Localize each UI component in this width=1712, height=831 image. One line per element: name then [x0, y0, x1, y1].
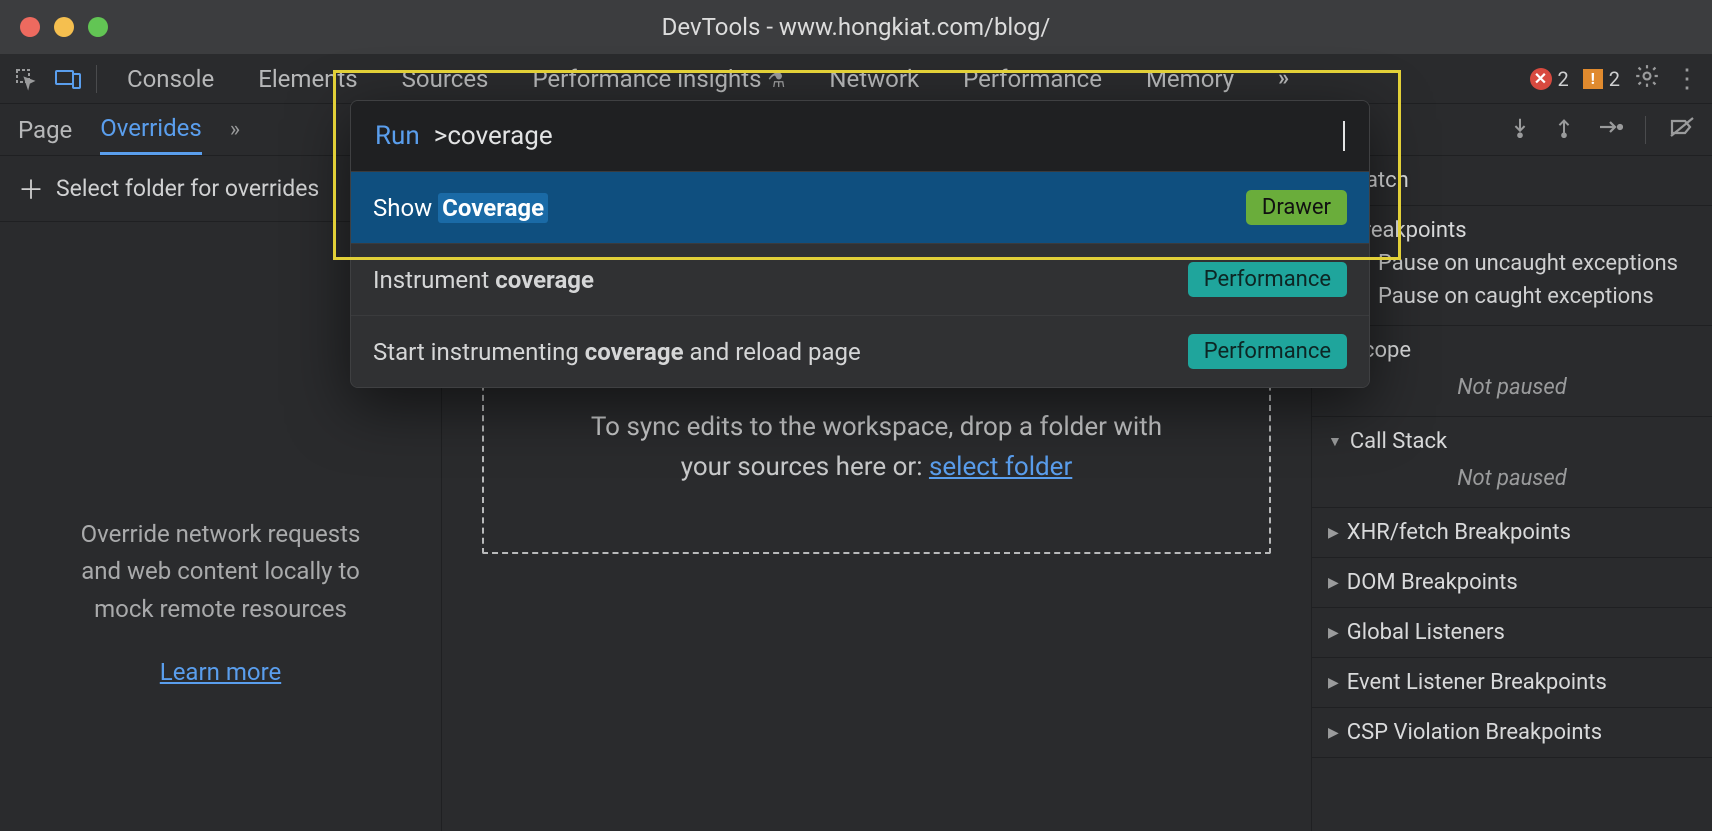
global-listeners-section[interactable]: ▶ Global Listeners	[1312, 608, 1712, 658]
info-line: Override network requests	[40, 516, 401, 553]
section-label: XHR/fetch Breakpoints	[1347, 520, 1571, 545]
main-toolbar: Console Elements Sources Performance ins…	[0, 54, 1712, 104]
plus-icon: ＋	[18, 170, 44, 207]
chevron-right-icon: ▶	[1328, 625, 1339, 641]
breakpoints-section: ▼Breakpoints Pause on uncaught exception…	[1312, 206, 1712, 326]
subtab-overrides[interactable]: Overrides	[100, 114, 201, 155]
command-palette: Run Show Coverage Drawer Instrument covera…	[350, 100, 1370, 388]
subtab-page[interactable]: Page	[18, 116, 72, 154]
warning-icon: !	[1583, 69, 1603, 89]
panel-tabs: Console Elements Sources Performance ins…	[127, 65, 1285, 93]
chevron-right-icon: ▶	[1328, 725, 1339, 741]
section-label: Call Stack	[1350, 429, 1447, 454]
error-icon: ✕	[1530, 68, 1552, 90]
csp-breakpoints-section[interactable]: ▶ CSP Violation Breakpoints	[1312, 708, 1712, 758]
not-paused-text: Not paused	[1328, 367, 1696, 408]
debugger-toolbar	[1312, 104, 1712, 156]
breakpoints-header[interactable]: ▼Breakpoints	[1328, 214, 1696, 247]
chevron-down-icon: ▼	[1328, 433, 1342, 450]
callstack-header[interactable]: ▼ Call Stack	[1328, 425, 1696, 458]
tab-network[interactable]: Network	[829, 65, 919, 93]
deactivate-breakpoints-icon[interactable]	[1668, 115, 1696, 145]
dom-breakpoints-section[interactable]: ▶ DOM Breakpoints	[1312, 558, 1712, 608]
inspect-element-icon[interactable]	[12, 66, 40, 92]
callstack-section: ▼ Call Stack Not paused	[1312, 417, 1712, 508]
palette-item-tag: Performance	[1188, 334, 1347, 369]
palette-item[interactable]: Show Coverage Drawer	[351, 172, 1369, 244]
chevron-right-icon: ▶	[1328, 525, 1339, 541]
palette-item[interactable]: Start instrumenting coverage and reload …	[351, 316, 1369, 387]
palette-item-tag: Drawer	[1246, 190, 1347, 225]
info-line: mock remote resources	[40, 591, 401, 628]
checkbox-label: Pause on uncaught exceptions	[1378, 251, 1678, 276]
dropzone-text: your sources here or: select folder	[544, 452, 1209, 482]
info-line: and web content locally to	[40, 553, 401, 590]
section-label: Event Listener Breakpoints	[1347, 670, 1607, 695]
palette-item-label: Show Coverage	[373, 194, 548, 222]
dropzone-text-pre: your sources here or:	[681, 452, 929, 482]
palette-item-label: Start instrumenting coverage and reload …	[373, 338, 861, 366]
separator	[1645, 116, 1646, 144]
xhr-breakpoints-section[interactable]: ▶ XHR/fetch Breakpoints	[1312, 508, 1712, 558]
select-folder-label: Select folder for overrides	[56, 175, 319, 202]
checkbox-label: Pause on caught exceptions	[1378, 284, 1654, 309]
window-title: DevTools - www.hongkiat.com/blog/	[0, 13, 1712, 41]
learn-more-link[interactable]: Learn more	[160, 658, 281, 686]
warning-count: 2	[1609, 67, 1620, 91]
experiment-icon: ⚗	[767, 68, 785, 92]
select-folder-link[interactable]: select folder	[929, 452, 1072, 482]
run-label: Run	[375, 121, 420, 151]
tab-label: Performance insights	[532, 65, 761, 93]
palette-item-tag: Performance	[1188, 262, 1347, 297]
command-palette-input[interactable]	[434, 121, 1345, 151]
tab-console[interactable]: Console	[127, 65, 214, 93]
warning-badge[interactable]: ! 2	[1583, 67, 1620, 91]
pause-caught-checkbox[interactable]: Pause on caught exceptions	[1328, 280, 1696, 313]
more-options-icon[interactable]: ⋮	[1674, 64, 1700, 94]
tab-performance[interactable]: Performance	[963, 65, 1102, 93]
minimize-window-button[interactable]	[54, 17, 74, 37]
step-into-icon[interactable]	[1509, 116, 1531, 144]
debugger-sidebar: ▶Watch ▼Breakpoints Pause on uncaught ex…	[1312, 104, 1712, 831]
chevron-right-icon: ▶	[1328, 675, 1339, 691]
tab-performance-insights[interactable]: Performance insights⚗	[532, 65, 785, 93]
watch-section[interactable]: ▶Watch	[1312, 156, 1712, 206]
tab-memory[interactable]: Memory	[1146, 65, 1234, 93]
scope-header[interactable]: ▼Scope	[1328, 334, 1696, 367]
window-titlebar: DevTools - www.hongkiat.com/blog/	[0, 0, 1712, 54]
error-badge[interactable]: ✕ 2	[1530, 67, 1569, 91]
tab-sources[interactable]: Sources	[402, 65, 489, 93]
error-count: 2	[1558, 67, 1569, 91]
device-toolbar-icon[interactable]	[54, 66, 82, 92]
dropzone-text: To sync edits to the workspace, drop a f…	[544, 412, 1209, 442]
palette-input-row: Run	[351, 101, 1369, 172]
more-subtabs-icon[interactable]: »	[230, 117, 236, 152]
step-out-icon[interactable]	[1553, 116, 1575, 144]
scope-section: ▼Scope Not paused	[1312, 326, 1712, 417]
section-label: Global Listeners	[1347, 620, 1505, 645]
section-label: CSP Violation Breakpoints	[1347, 720, 1602, 745]
maximize-window-button[interactable]	[88, 17, 108, 37]
section-label: DOM Breakpoints	[1347, 570, 1518, 595]
step-icon[interactable]	[1597, 116, 1623, 144]
close-window-button[interactable]	[20, 17, 40, 37]
pause-uncaught-checkbox[interactable]: Pause on uncaught exceptions	[1328, 247, 1696, 280]
settings-gear-icon[interactable]	[1634, 63, 1660, 94]
palette-item-label: Instrument coverage	[373, 266, 594, 294]
separator	[96, 65, 97, 93]
override-info-text: Override network requests and web conten…	[0, 516, 441, 831]
palette-item[interactable]: Instrument coverage Performance	[351, 244, 1369, 316]
more-tabs-icon[interactable]: »	[1278, 66, 1285, 91]
chevron-right-icon: ▶	[1328, 575, 1339, 591]
event-listener-breakpoints-section[interactable]: ▶ Event Listener Breakpoints	[1312, 658, 1712, 708]
not-paused-text: Not paused	[1328, 458, 1696, 499]
palette-items: Show Coverage Drawer Instrument coverage Pe…	[351, 172, 1369, 387]
traffic-lights	[20, 17, 108, 37]
toolbar-right-controls: ✕ 2 ! 2 ⋮	[1530, 63, 1701, 94]
tab-elements[interactable]: Elements	[258, 65, 357, 93]
